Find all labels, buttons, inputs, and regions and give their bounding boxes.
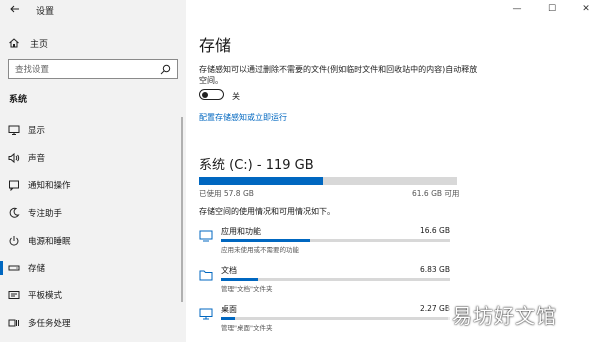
apps-icon (199, 230, 213, 242)
notification-icon (9, 180, 19, 191)
sidebar-scrollbar[interactable] (181, 117, 183, 302)
search-placeholder: 查找设置 (15, 65, 50, 75)
storage-icon (8, 265, 20, 271)
category-bar-fill (221, 239, 311, 242)
desktop-icon (199, 308, 213, 320)
toggle-state-label: 关 (232, 92, 240, 101)
category-bar (221, 278, 450, 281)
category-documents[interactable]: 文档 6.83 GB 管理"文档"文件夹 (199, 265, 459, 297)
window-title: 设置 (36, 7, 55, 17)
main-panel: — ☐ ✕ 存储 存储感知可以通过删除不需要的文件(例如临时文件和回收站中的内容… (186, 0, 600, 342)
category-subtitle: 应用未使用或不需要的功能 (221, 246, 299, 254)
home-nav[interactable]: 主页 (8, 36, 48, 50)
category-subtitle: 管理"文档"文件夹 (221, 285, 273, 293)
available-space-label: 61.6 GB 可用 (412, 189, 460, 198)
folder-icon (199, 270, 213, 281)
sidebar-item-label: 通知和操作 (28, 181, 71, 191)
sidebar-item-tablet-mode[interactable]: 平板模式 (0, 285, 186, 305)
category-size: 16.6 GB (419, 226, 450, 235)
category-size: 6.83 GB (419, 265, 450, 274)
search-input[interactable]: 查找设置 (8, 59, 178, 79)
sidebar-item-storage[interactable]: 存储 (0, 258, 186, 278)
display-icon (8, 125, 20, 135)
back-arrow-icon[interactable] (9, 3, 21, 15)
configure-storage-sense-link[interactable]: 配置存储感知或立即运行 (199, 112, 287, 123)
sidebar-item-label: 多任务处理 (28, 319, 71, 329)
watermark-text: 易坊好文馆 (452, 303, 557, 328)
tablet-icon (8, 291, 20, 299)
sidebar-item-power[interactable]: 电源和睡眠 (0, 231, 186, 251)
maximize-button[interactable]: ☐ (538, 0, 566, 18)
category-desktop[interactable]: 桌面 2.27 GB 管理"桌面"文件夹 (199, 304, 459, 336)
drive-usage-fill (199, 177, 323, 185)
category-subtitle: 管理"桌面"文件夹 (221, 324, 273, 332)
sidebar-item-label: 平板模式 (28, 291, 63, 301)
category-bar (221, 239, 450, 242)
watermark: 易坊好文馆 (448, 292, 588, 336)
sidebar-item-label: 专注助手 (28, 209, 63, 219)
category-bar (221, 317, 450, 320)
breakdown-label: 存储空间的使用情况和可用情况如下。 (199, 207, 335, 216)
drive-usage-bar (199, 177, 457, 185)
sidebar-item-sound[interactable]: 声音 (0, 148, 186, 168)
home-label: 主页 (30, 39, 49, 50)
storage-sense-description: 存储感知可以通过删除不需要的文件(例如临时文件和回收站中的内容)自动释放空间。 (199, 65, 478, 85)
sidebar-item-notifications[interactable]: 通知和操作 (0, 175, 186, 195)
category-name: 文档 (221, 266, 237, 275)
sidebar-item-label: 电源和睡眠 (28, 237, 71, 247)
sidebar-item-focus-assist[interactable]: 专注助手 (0, 203, 186, 223)
sidebar-item-label: 声音 (28, 154, 46, 164)
moon-icon (9, 207, 20, 218)
power-icon (9, 236, 19, 246)
home-icon (9, 38, 19, 48)
category-name: 桌面 (221, 305, 237, 314)
sidebar-item-display[interactable]: 显示 (0, 120, 186, 140)
section-label: 系统 (9, 95, 28, 105)
sidebar-item-label: 存储 (28, 264, 46, 274)
sidebar: 设置 主页 查找设置 系统 显示 声音 通知和操作 专注助手 电源和睡眠 存储 … (0, 0, 186, 342)
storage-sense-toggle[interactable] (199, 89, 224, 100)
used-space-label: 已使用 57.8 GB (199, 189, 254, 198)
minimize-button[interactable]: — (503, 0, 531, 18)
category-size: 2.27 GB (419, 304, 450, 313)
speaker-icon (8, 152, 20, 164)
toggle-knob (202, 91, 208, 98)
close-button[interactable]: ✕ (572, 0, 600, 18)
search-icon[interactable] (160, 64, 171, 75)
sidebar-item-label: 显示 (28, 126, 46, 136)
multitask-icon (8, 319, 19, 327)
category-bar-fill (221, 317, 235, 320)
category-name: 应用和功能 (221, 227, 261, 236)
page-title: 存储 (199, 36, 232, 55)
category-apps[interactable]: 应用和功能 16.6 GB 应用未使用或不需要的功能 (199, 226, 459, 258)
drive-title: 系统 (C:) - 119 GB (199, 158, 314, 173)
category-bar-fill (221, 278, 258, 281)
sidebar-item-multitasking[interactable]: 多任务处理 (0, 313, 186, 333)
